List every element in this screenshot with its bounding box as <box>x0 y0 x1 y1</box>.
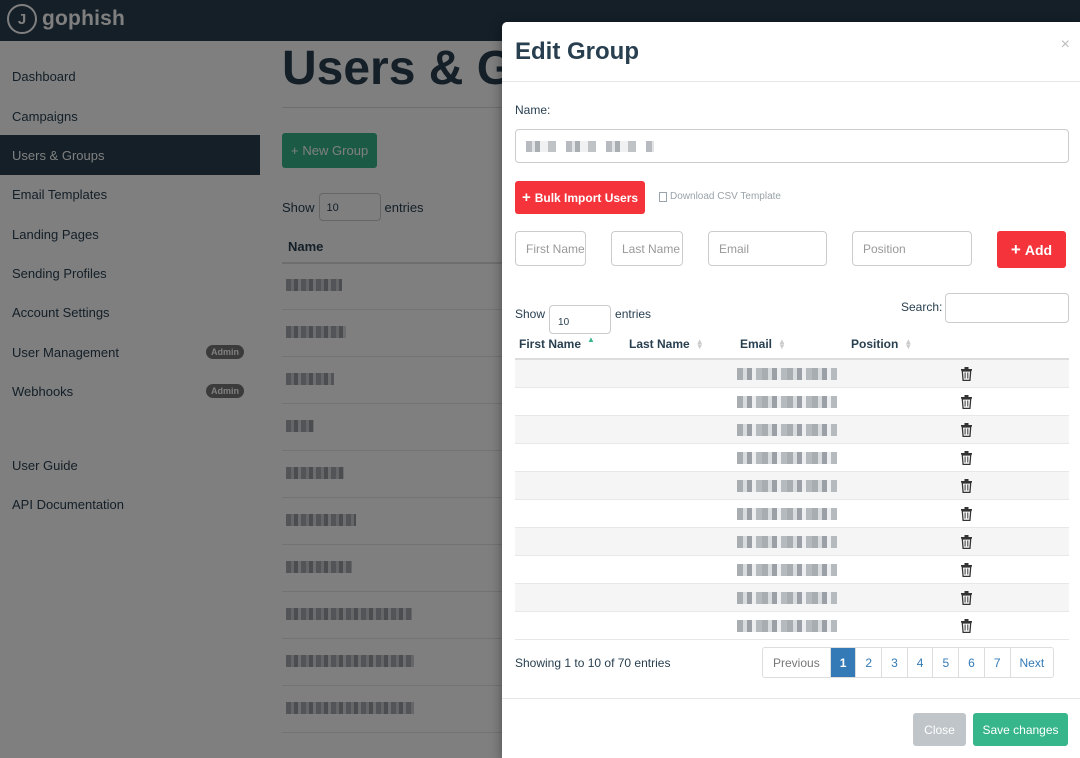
add-user-button[interactable]: + Add <box>997 231 1066 268</box>
target-row <box>515 528 1069 556</box>
placeholder-text: Email <box>719 241 750 256</box>
target-row <box>515 444 1069 472</box>
column-label: Last Name <box>629 337 690 351</box>
entries-select[interactable]: 10 <box>549 305 612 334</box>
entries-length-control: Show 10 entries <box>515 293 651 334</box>
bulk-import-users-button[interactable]: + Bulk Import Users <box>515 181 645 214</box>
pagination-page-3[interactable]: 3 <box>881 648 907 677</box>
csv-template-label: Download CSV Template <box>670 191 781 202</box>
pagination-page-2[interactable]: 2 <box>855 648 882 677</box>
trash-icon[interactable] <box>961 535 972 550</box>
redacted-email <box>737 480 837 492</box>
column-label: Email <box>740 337 773 351</box>
close-button[interactable]: Close <box>913 713 966 746</box>
search-label: Search: <box>901 300 943 314</box>
search-input[interactable] <box>945 293 1069 323</box>
redacted-email <box>737 620 837 632</box>
column-header-email[interactable]: Email ▲ ▼ <box>740 337 786 351</box>
target-row <box>515 416 1069 444</box>
plus-icon: + <box>1010 239 1021 259</box>
pagination-previous[interactable]: Previous <box>763 648 830 677</box>
group-name-input[interactable] <box>515 129 1069 163</box>
redacted-email <box>737 368 837 380</box>
pagination-page-6[interactable]: 6 <box>958 648 984 677</box>
trash-icon[interactable] <box>961 423 972 438</box>
close-icon[interactable]: × <box>1061 36 1070 54</box>
target-row <box>515 472 1069 500</box>
trash-icon[interactable] <box>961 395 972 410</box>
modal-title: Edit Group <box>515 38 639 65</box>
redacted-email <box>737 396 837 408</box>
redacted-email <box>737 424 837 436</box>
position-input[interactable]: Position <box>852 231 972 266</box>
column-header-last-name[interactable]: Last Name ▲ ▼ <box>629 337 704 351</box>
column-label: First Name <box>519 337 582 351</box>
column-header-first-name[interactable]: First Name ▲ <box>519 334 595 351</box>
redacted-email <box>737 536 837 548</box>
modal-header: Edit Group × <box>502 22 1080 82</box>
trash-icon[interactable] <box>961 507 972 522</box>
column-label: Position <box>851 337 899 351</box>
entries-label: entries <box>615 306 652 321</box>
pagination-next[interactable]: Next <box>1009 648 1054 677</box>
pagination-page-5[interactable]: 5 <box>932 648 959 677</box>
trash-icon[interactable] <box>961 451 972 466</box>
email-input[interactable]: Email <box>708 231 827 266</box>
target-row <box>515 556 1069 584</box>
redacted-email <box>737 564 837 576</box>
pagination-page-4[interactable]: 4 <box>906 648 933 677</box>
pagination-page-1[interactable]: 1 <box>829 648 856 677</box>
download-csv-template-link[interactable]: Download CSV Template <box>659 191 781 202</box>
target-row <box>515 360 1069 388</box>
bulk-import-label: Bulk Import Users <box>534 190 639 205</box>
pagination-page-7[interactable]: 7 <box>983 648 1010 677</box>
redacted-text <box>526 140 654 152</box>
trash-icon[interactable] <box>961 619 972 634</box>
trash-icon[interactable] <box>961 479 972 494</box>
column-header-position[interactable]: Position ▲ ▼ <box>851 337 912 351</box>
target-row <box>515 584 1069 612</box>
trash-icon[interactable] <box>961 563 972 578</box>
sort-ascending-icon: ▲ <box>587 334 595 344</box>
redacted-email <box>737 452 837 464</box>
placeholder-text: First Name <box>526 241 585 256</box>
modal-footer: Close Save changes <box>502 698 1080 758</box>
target-row <box>515 388 1069 416</box>
placeholder-text: Last Name <box>622 241 681 256</box>
target-row <box>515 612 1069 640</box>
redacted-email <box>737 508 837 520</box>
save-changes-button[interactable]: Save changes <box>973 713 1068 746</box>
placeholder-text: Position <box>863 241 906 256</box>
name-label: Name: <box>515 103 551 117</box>
sort-icon: ▲ ▼ <box>695 337 704 351</box>
show-label: Show <box>515 306 546 321</box>
add-label: Add <box>1024 241 1053 258</box>
sort-icon: ▲ ▼ <box>778 337 786 351</box>
pagination: Previous 1 2 3 4 5 6 7 Next <box>762 647 1055 678</box>
redacted-email <box>737 592 837 604</box>
table-info: Showing 1 to 10 of 70 entries <box>515 656 671 670</box>
first-name-input[interactable]: First Name <box>515 231 586 266</box>
last-name-input[interactable]: Last Name <box>611 231 683 266</box>
trash-icon[interactable] <box>961 591 972 606</box>
edit-group-modal: Edit Group × Name: + Bulk Import Users D… <box>502 22 1080 758</box>
trash-icon[interactable] <box>961 367 972 382</box>
sort-icon: ▲ ▼ <box>904 337 913 351</box>
file-icon <box>659 191 667 202</box>
target-row <box>515 500 1069 528</box>
plus-icon: + <box>521 189 531 206</box>
